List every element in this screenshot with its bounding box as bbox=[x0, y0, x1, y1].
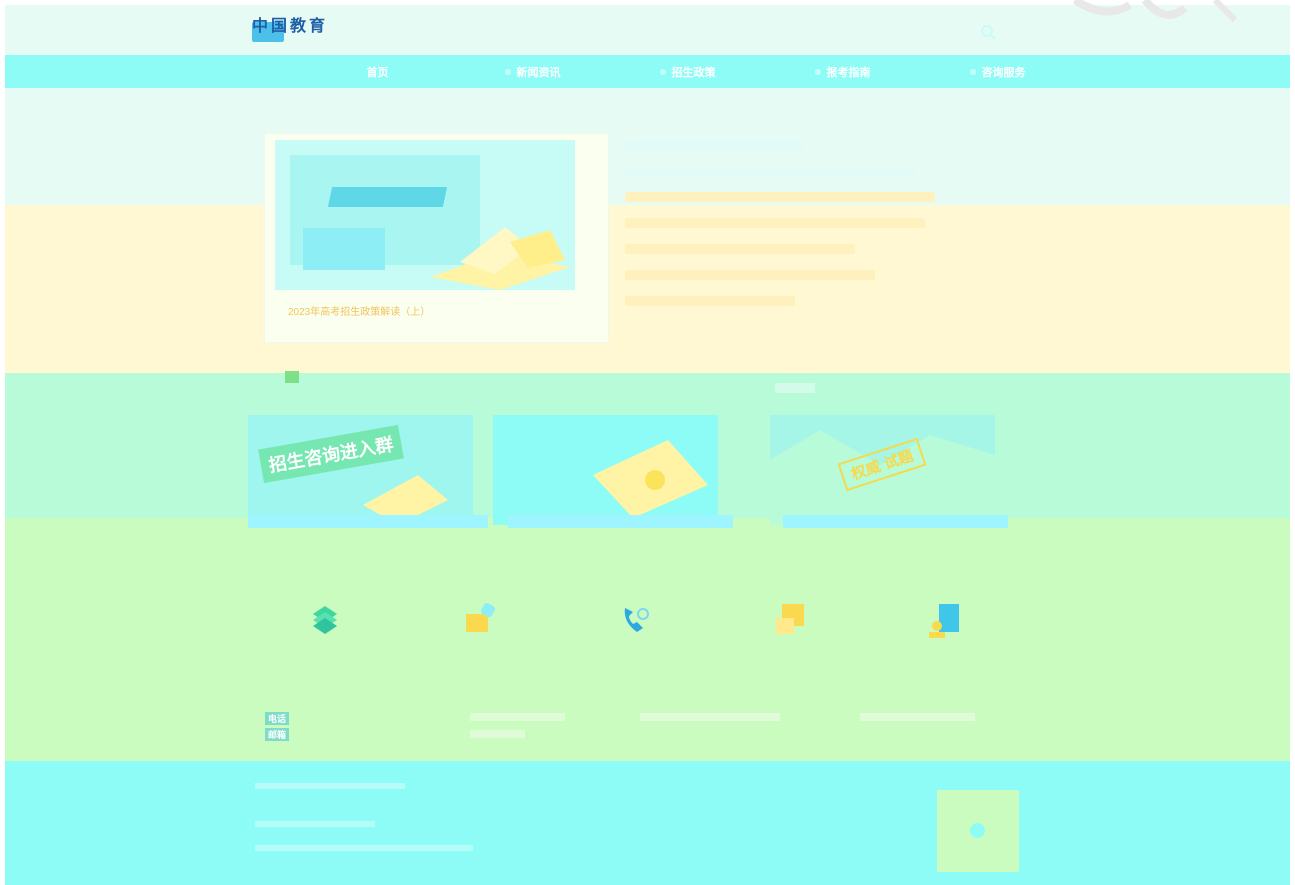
book-stack-icon bbox=[313, 606, 337, 634]
user-card-icon bbox=[929, 604, 959, 638]
nav-item-policy[interactable]: 招生政策 bbox=[610, 55, 765, 88]
service-item[interactable] bbox=[715, 600, 865, 700]
news-list-item[interactable] bbox=[625, 218, 925, 228]
banner-admission-group[interactable]: 招生咨询进入群 bbox=[248, 415, 473, 525]
banner-exam-guide[interactable] bbox=[493, 415, 718, 525]
nav-item-guide[interactable]: 报考指南 bbox=[765, 55, 920, 88]
service-item[interactable] bbox=[870, 600, 1020, 700]
footer bbox=[5, 761, 1290, 885]
contact-detail bbox=[470, 713, 565, 721]
news-list bbox=[625, 140, 945, 322]
nav-dot-icon bbox=[504, 68, 511, 75]
nav-dot-icon bbox=[969, 68, 976, 75]
contact-key: 邮箱 bbox=[265, 728, 290, 741]
footer-link-row bbox=[255, 783, 405, 789]
contact-detail bbox=[860, 713, 975, 721]
mail-icon bbox=[466, 602, 496, 632]
contact-phone: 电话 bbox=[265, 712, 295, 725]
contact-key: 电话 bbox=[265, 712, 290, 725]
banner-caption-bar bbox=[248, 515, 488, 528]
site-logo[interactable]: 中国教育 bbox=[252, 12, 437, 50]
document-illustration bbox=[593, 440, 708, 518]
decorative-stroke-icon bbox=[1072, 0, 1238, 23]
news-list-item[interactable] bbox=[625, 244, 855, 254]
logo-title: 中国教育 bbox=[252, 18, 329, 35]
nav-item-news[interactable]: 新闻资讯 bbox=[455, 55, 610, 88]
news-list-item[interactable] bbox=[625, 140, 805, 150]
open-book-illustration bbox=[430, 227, 570, 290]
qr-code bbox=[937, 790, 1019, 872]
services-grid bbox=[250, 600, 1010, 700]
banner-caption-bar bbox=[508, 515, 733, 528]
nav-label: 咨询服务 bbox=[981, 66, 1026, 79]
news-list-item[interactable] bbox=[625, 296, 795, 306]
contact-info: 电话 邮箱 bbox=[265, 710, 1005, 750]
banner-exam-papers[interactable]: 权威 试题 bbox=[770, 415, 995, 525]
news-list-item[interactable] bbox=[625, 192, 935, 202]
folder-icon bbox=[776, 604, 804, 634]
banner-caption-bar bbox=[783, 515, 1008, 528]
nav-label: 报考指南 bbox=[826, 66, 871, 79]
news-list-item[interactable] bbox=[625, 166, 915, 176]
service-item[interactable] bbox=[405, 600, 555, 700]
section-marker-icon bbox=[285, 371, 299, 383]
contact-detail bbox=[470, 730, 525, 738]
service-item[interactable] bbox=[250, 600, 400, 700]
feature-screen-graphic bbox=[303, 228, 385, 270]
nav-item-home[interactable]: 首页 bbox=[300, 55, 455, 88]
feature-news-caption[interactable]: 2023年高考招生政策解读（上） bbox=[288, 303, 430, 318]
qr-logo-icon bbox=[970, 823, 985, 838]
contact-detail bbox=[640, 713, 780, 721]
service-item[interactable] bbox=[560, 600, 710, 700]
search-icon[interactable] bbox=[980, 24, 996, 40]
banners-heading bbox=[775, 383, 815, 393]
contact-email: 邮箱 bbox=[265, 728, 295, 741]
nav-dot-icon bbox=[659, 68, 666, 75]
nav-label: 首页 bbox=[366, 66, 389, 79]
footer-info-line bbox=[255, 821, 375, 827]
main-nav: 首页 新闻资讯 招生政策 报考指南 咨询服务 bbox=[300, 55, 1075, 88]
phone-icon bbox=[624, 608, 649, 632]
nav-label: 新闻资讯 bbox=[516, 66, 561, 79]
nav-dot-icon bbox=[814, 68, 821, 75]
feature-tag bbox=[327, 187, 448, 207]
nav-item-service[interactable]: 咨询服务 bbox=[920, 55, 1075, 88]
news-list-item[interactable] bbox=[625, 270, 875, 280]
footer-info-line bbox=[255, 845, 473, 851]
nav-label: 招生政策 bbox=[671, 66, 716, 79]
